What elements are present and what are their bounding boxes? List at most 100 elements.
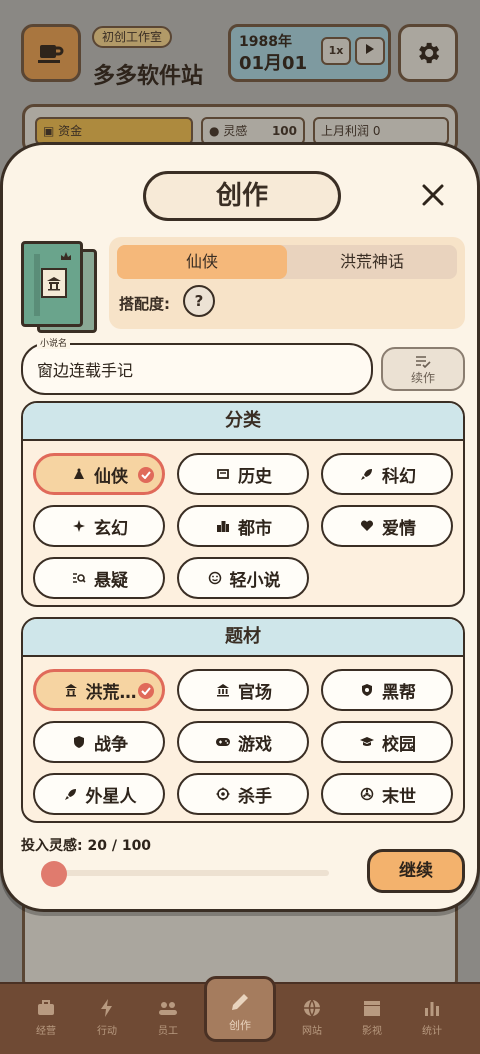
theme-chip-alien[interactable]: 外星人 bbox=[33, 773, 165, 815]
theme-chip-war[interactable]: 战争 bbox=[33, 721, 165, 763]
category-section: 分类 仙侠 历史 科幻 玄幻 都市 爱情 悬疑 轻小说 bbox=[21, 401, 465, 607]
close-button[interactable] bbox=[415, 177, 451, 213]
pen-icon bbox=[232, 994, 248, 1010]
nav-label-business: 经营 bbox=[36, 1026, 56, 1037]
crosshair-icon bbox=[214, 785, 232, 803]
theme-chip-apocalypse[interactable]: 末世 bbox=[321, 773, 453, 815]
novel-name-field: 小说名 bbox=[21, 336, 373, 395]
theme-chip-campus[interactable]: 校园 bbox=[321, 721, 453, 763]
nav-item-business[interactable]: 经营 bbox=[18, 998, 74, 1048]
rocket-icon bbox=[358, 465, 376, 483]
studio-name: 多多软件站 bbox=[93, 64, 204, 89]
create-dialog: 创作 仙侠 洪荒神话 搭配度: ? 小说名 续作 分类 bbox=[0, 142, 480, 912]
theme-chip-officialdom[interactable]: 官场 bbox=[177, 669, 309, 711]
theme-label: 校园 bbox=[382, 734, 416, 755]
novel-name-caption: 小说名 bbox=[37, 336, 71, 349]
inspiration-stat: ● 灵感 100 bbox=[201, 117, 305, 145]
temple-icon bbox=[70, 465, 88, 483]
genre-tab-xianxia[interactable]: 仙侠 bbox=[117, 245, 287, 279]
clapper-icon bbox=[364, 1001, 380, 1016]
heart-icon bbox=[358, 517, 376, 535]
book-label bbox=[41, 268, 67, 298]
continue-button[interactable]: 继续 bbox=[367, 849, 465, 893]
temple-icon bbox=[47, 277, 61, 291]
city-icon bbox=[214, 517, 232, 535]
nav-item-create[interactable]: 创作 bbox=[204, 976, 276, 1042]
category-header: 分类 bbox=[23, 403, 463, 441]
theme-label: 游戏 bbox=[238, 734, 272, 755]
play-button[interactable] bbox=[355, 37, 385, 65]
date-text: 01月01 bbox=[239, 53, 308, 74]
category-label: 仙侠 bbox=[94, 466, 128, 487]
scroll-icon bbox=[214, 465, 232, 483]
government-icon bbox=[214, 681, 232, 699]
genre-tabs: 仙侠 洪荒神话 bbox=[117, 245, 457, 279]
nav-item-stats[interactable]: 统计 bbox=[404, 998, 460, 1048]
bulb-icon: ● bbox=[209, 124, 224, 138]
category-label: 科幻 bbox=[382, 466, 416, 487]
category-chip-history[interactable]: 历史 bbox=[177, 453, 309, 495]
category-label: 玄幻 bbox=[94, 518, 128, 539]
smile-icon bbox=[206, 569, 224, 587]
nav-item-action[interactable]: 行动 bbox=[79, 998, 135, 1048]
nav-label-create: 创作 bbox=[229, 1019, 251, 1032]
category-label: 都市 bbox=[238, 518, 272, 539]
bar-chart-icon bbox=[425, 1002, 439, 1016]
theme-section: 题材 洪荒… 官场 黑帮 战争 游戏 校园 外星人 杀手 末世 bbox=[21, 617, 465, 823]
nav-item-staff[interactable]: 员工 bbox=[140, 998, 196, 1048]
inspiration-slider-thumb[interactable] bbox=[41, 861, 67, 887]
book-cover bbox=[21, 241, 97, 333]
inspiration-slider-track[interactable] bbox=[43, 870, 329, 876]
sequel-label: 续作 bbox=[410, 371, 435, 385]
inspiration-input-label: 投入灵感: 20 / 100 bbox=[21, 835, 151, 855]
nav-label-website: 网站 bbox=[302, 1026, 322, 1037]
gear-icon bbox=[419, 42, 440, 64]
match-help-button[interactable]: ? bbox=[183, 285, 215, 317]
nav-item-film[interactable]: 影视 bbox=[344, 998, 400, 1048]
bolt-icon bbox=[101, 999, 112, 1017]
nav-item-website[interactable]: 网站 bbox=[284, 998, 340, 1048]
coffee-cup-icon bbox=[38, 45, 64, 63]
coffee-button[interactable] bbox=[21, 24, 81, 82]
theme-chip-game[interactable]: 游戏 bbox=[177, 721, 309, 763]
nav-label-staff: 员工 bbox=[158, 1026, 178, 1037]
theme-label: 杀手 bbox=[238, 786, 272, 807]
category-chip-mystery[interactable]: 悬疑 bbox=[33, 557, 165, 599]
speed-button[interactable]: 1x bbox=[321, 37, 351, 65]
nav-label-action: 行动 bbox=[97, 1026, 117, 1037]
category-chip-romance[interactable]: 爱情 bbox=[321, 505, 453, 547]
theme-header: 题材 bbox=[23, 619, 463, 657]
category-chip-scifi[interactable]: 科幻 bbox=[321, 453, 453, 495]
category-chip-fantasy[interactable]: 玄幻 bbox=[33, 505, 165, 547]
gamepad-icon bbox=[214, 733, 232, 751]
novel-name-input[interactable] bbox=[21, 343, 373, 395]
match-label: 搭配度: bbox=[119, 295, 170, 313]
theme-chip-honghuang[interactable]: 洪荒… bbox=[33, 669, 165, 711]
year-text: 1988年 bbox=[239, 34, 292, 50]
check-icon bbox=[138, 467, 154, 483]
search-list-icon bbox=[70, 569, 88, 587]
theme-label: 外星人 bbox=[85, 786, 137, 807]
rocket-icon bbox=[62, 785, 80, 803]
theme-label: 末世 bbox=[382, 786, 416, 807]
theme-label: 黑帮 bbox=[382, 682, 416, 703]
graduation-cap-icon bbox=[358, 733, 376, 751]
money-stat: ▣ 资金 bbox=[35, 117, 193, 145]
inspiration-caption: 投入灵感: bbox=[21, 838, 83, 854]
people-icon bbox=[159, 1002, 177, 1015]
theme-label: 官场 bbox=[238, 682, 272, 703]
sequel-button[interactable]: 续作 bbox=[381, 347, 465, 391]
sparkle-icon bbox=[70, 517, 88, 535]
inspiration-amount: 20 / 100 bbox=[87, 838, 152, 854]
settings-button[interactable] bbox=[398, 24, 458, 82]
theme-chip-gang[interactable]: 黑帮 bbox=[321, 669, 453, 711]
genre-tab-myth[interactable]: 洪荒神话 bbox=[287, 245, 457, 279]
theme-label: 洪荒… bbox=[85, 682, 137, 703]
category-label: 轻小说 bbox=[229, 570, 281, 591]
shield-icon bbox=[70, 733, 88, 751]
category-label: 悬疑 bbox=[94, 570, 128, 591]
category-chip-xianxia[interactable]: 仙侠 bbox=[33, 453, 165, 495]
category-chip-light-novel[interactable]: 轻小说 bbox=[177, 557, 309, 599]
category-chip-urban[interactable]: 都市 bbox=[177, 505, 309, 547]
theme-chip-killer[interactable]: 杀手 bbox=[177, 773, 309, 815]
